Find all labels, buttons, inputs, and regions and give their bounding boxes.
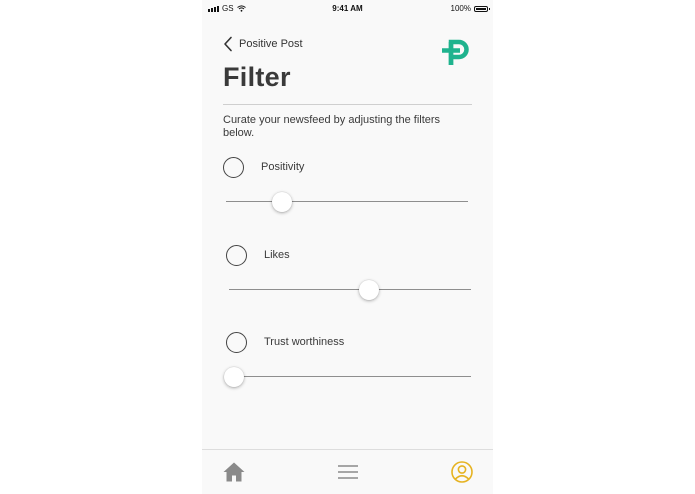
chevron-left-icon bbox=[224, 36, 232, 52]
filter-trust-worthiness: Trust worthiness bbox=[223, 332, 481, 402]
filter-likes: Likes bbox=[226, 245, 481, 315]
back-label: Positive Post bbox=[239, 38, 303, 50]
phone-screen: GS 9:41 AM 100% Positive Post Filter Cur… bbox=[202, 0, 493, 494]
slider-thumb[interactable] bbox=[271, 192, 292, 212]
status-bar: GS 9:41 AM 100% bbox=[202, 0, 493, 17]
title-divider bbox=[223, 104, 472, 105]
trust-worthiness-slider[interactable] bbox=[223, 367, 471, 387]
home-icon bbox=[223, 462, 245, 482]
positivity-radio[interactable] bbox=[223, 157, 244, 178]
likes-slider[interactable] bbox=[229, 280, 471, 300]
slider-track bbox=[226, 201, 468, 202]
tab-home[interactable] bbox=[222, 460, 246, 484]
filter-description: Curate your newsfeed by adjusting the fi… bbox=[223, 114, 441, 139]
positive-post-logo-icon bbox=[442, 39, 469, 65]
slider-track bbox=[229, 376, 471, 377]
status-time: 9:41 AM bbox=[332, 4, 363, 13]
filter-positivity: Positivity bbox=[223, 157, 478, 227]
slider-track bbox=[229, 289, 471, 290]
page-title: Filter bbox=[223, 62, 291, 92]
menu-icon bbox=[338, 465, 358, 479]
tab-menu[interactable] bbox=[336, 460, 360, 484]
tab-profile[interactable] bbox=[450, 460, 474, 484]
trust-worthiness-label: Trust worthiness bbox=[264, 336, 345, 348]
slider-thumb[interactable] bbox=[223, 367, 244, 387]
status-right: 100% bbox=[450, 4, 490, 13]
positivity-slider[interactable] bbox=[226, 192, 468, 212]
positivity-label: Positivity bbox=[261, 161, 305, 173]
likes-radio[interactable] bbox=[226, 245, 247, 266]
profile-icon bbox=[451, 461, 473, 483]
battery-icon bbox=[474, 5, 490, 12]
trust-worthiness-radio[interactable] bbox=[226, 332, 247, 353]
likes-label: Likes bbox=[264, 249, 290, 261]
battery-percent: 100% bbox=[450, 4, 471, 13]
tab-bar bbox=[202, 449, 493, 494]
back-button[interactable]: Positive Post bbox=[223, 36, 303, 52]
slider-thumb[interactable] bbox=[359, 280, 380, 300]
